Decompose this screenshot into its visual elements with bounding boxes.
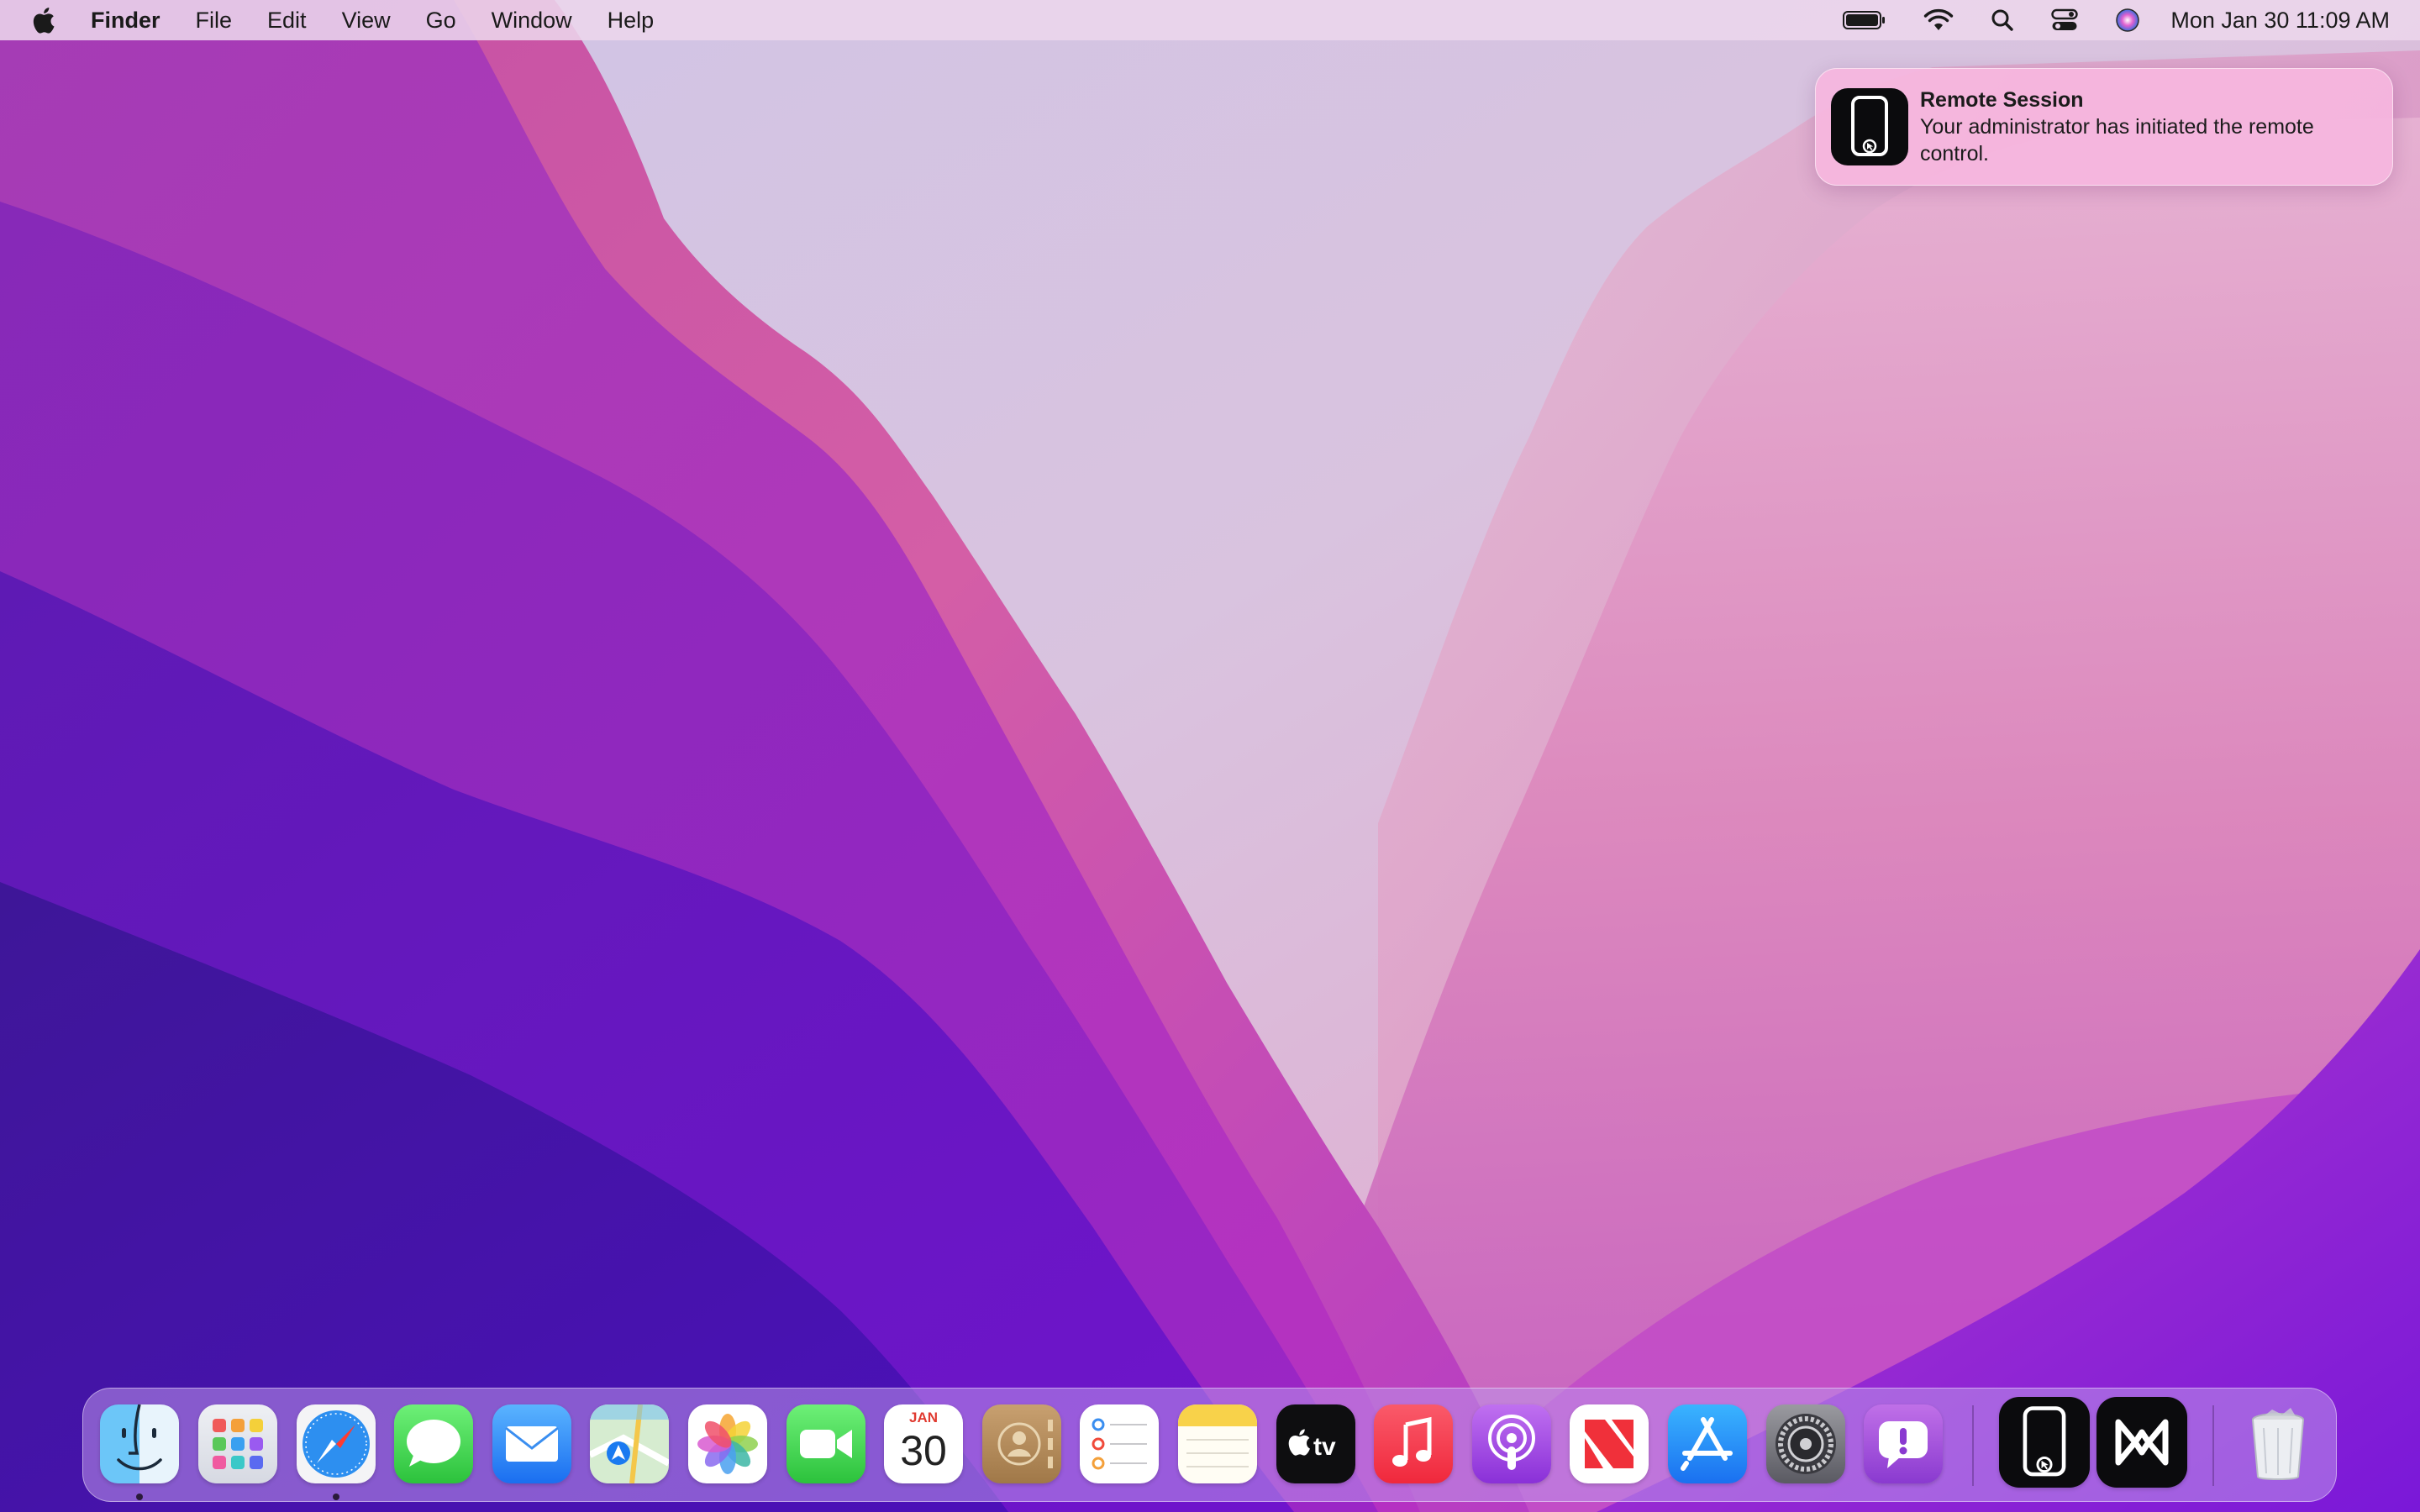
control-center-icon[interactable] <box>2051 8 2079 32</box>
feedback-assistant-icon[interactable] <box>1864 1404 1943 1483</box>
remote-session-dock-icon[interactable] <box>1999 1397 2090 1488</box>
contacts-icon[interactable] <box>982 1404 1061 1483</box>
safari-running-indicator <box>333 1494 339 1500</box>
reminders-icon[interactable] <box>1080 1404 1159 1483</box>
wifi-icon[interactable] <box>1923 8 1954 32</box>
podcasts-icon[interactable] <box>1472 1404 1551 1483</box>
menu-edit[interactable]: Edit <box>267 8 307 34</box>
mail-icon[interactable] <box>492 1404 571 1483</box>
tv-label: tv <box>1313 1433 1336 1461</box>
apple-menu-icon[interactable] <box>30 4 59 36</box>
menu-view[interactable]: View <box>342 8 391 34</box>
system-settings-icon[interactable] <box>1766 1404 1845 1483</box>
photos-icon[interactable] <box>688 1404 767 1483</box>
calendar-day: 30 <box>900 1427 947 1474</box>
menu-file[interactable]: File <box>196 8 233 34</box>
infinity-logo-icon[interactable] <box>2096 1397 2187 1488</box>
desktop-wallpaper <box>0 0 2420 1512</box>
siri-icon[interactable] <box>2115 8 2140 33</box>
dock-separator-trash <box>2212 1405 2214 1486</box>
trash-icon[interactable] <box>2238 1404 2317 1483</box>
launchpad-icon[interactable] <box>198 1404 277 1483</box>
menu-bar-clock[interactable]: Mon Jan 30 11:09 AM <box>2170 8 2390 34</box>
dock-separator <box>1972 1405 1974 1486</box>
safari-icon[interactable] <box>297 1404 376 1483</box>
dock: JAN 30 tv <box>82 1388 2337 1502</box>
menu-go[interactable]: Go <box>426 8 456 34</box>
menu-bar: Finder File Edit View Go Window Help Mon… <box>0 0 2420 40</box>
spotlight-search-icon[interactable] <box>1991 8 2014 32</box>
menu-window[interactable]: Window <box>492 8 572 34</box>
calendar-icon[interactable]: JAN 30 <box>884 1404 963 1483</box>
finder-icon[interactable] <box>100 1404 179 1483</box>
battery-icon[interactable] <box>1843 10 1886 30</box>
music-icon[interactable] <box>1374 1404 1453 1483</box>
notification-body: Your administrator has initiated the rem… <box>1920 115 2314 165</box>
news-icon[interactable] <box>1570 1404 1649 1483</box>
remote-session-notification[interactable]: Remote Session Your administrator has in… <box>1815 68 2393 186</box>
remote-session-icon <box>1831 88 1908 165</box>
maps-icon[interactable] <box>590 1404 669 1483</box>
finder-running-indicator <box>136 1494 143 1500</box>
messages-icon[interactable] <box>394 1404 473 1483</box>
apple-tv-icon[interactable]: tv <box>1276 1404 1355 1483</box>
calendar-month: JAN <box>908 1410 938 1425</box>
notes-icon[interactable] <box>1178 1404 1257 1483</box>
menu-app-name[interactable]: Finder <box>91 8 160 34</box>
menu-help[interactable]: Help <box>608 8 655 34</box>
notification-title: Remote Session <box>1920 88 2084 112</box>
facetime-icon[interactable] <box>786 1404 865 1483</box>
app-store-icon[interactable] <box>1668 1404 1747 1483</box>
